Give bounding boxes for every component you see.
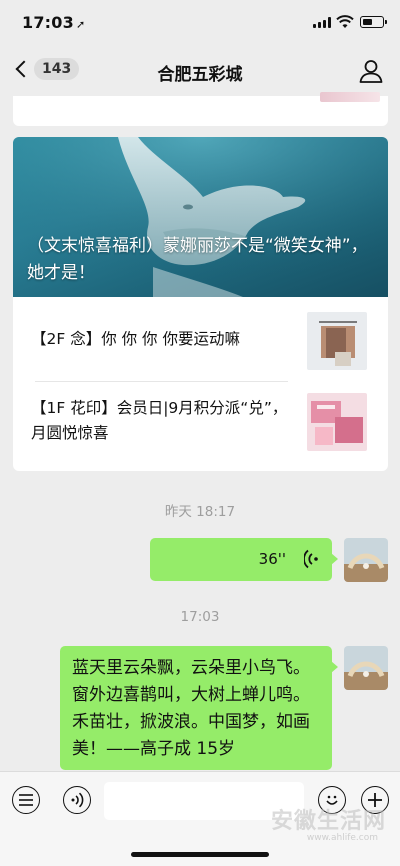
chat-title: 合肥五彩城 xyxy=(157,65,243,85)
text-message-bubble[interactable]: 蓝天里云朵飘，云朵里小鸟飞。窗外边喜鹊叫，大树上蝉儿鸣。禾苗壮，掀波浪。中国梦，… xyxy=(60,646,338,770)
home-indicator xyxy=(131,852,269,857)
timestamp: 17:03 xyxy=(180,609,220,625)
timestamp: 昨天 18:17 xyxy=(164,504,236,520)
sub-item-thumbnail xyxy=(307,393,367,451)
article-headline: （文末惊喜福利）蒙娜丽莎不是“微笑女神”，她才是！ xyxy=(27,236,368,283)
location-arrow-icon: ➚ xyxy=(75,18,86,31)
signal-icon xyxy=(313,17,331,28)
avatar[interactable] xyxy=(344,538,388,582)
voice-duration: 36'' xyxy=(258,550,286,568)
status-time: 17:03 ➚ xyxy=(22,13,86,32)
watermark: 安徽生活网 xyxy=(270,809,386,834)
article-card[interactable]: （文末惊喜福利）蒙娜丽莎不是“微笑女神”，她才是！ 【2F 念】你 你 你 你要… xyxy=(13,137,388,471)
article-sub-item-1[interactable]: 【2F 念】你 你 你 你要运动嘛 xyxy=(13,297,388,377)
status-bar: 17:03 ➚ xyxy=(0,0,400,46)
sub-item-title: 【1F 花印】会员日|9月积分派“兑”，月圆悦惊喜 xyxy=(31,399,288,442)
voice-wave-icon xyxy=(304,549,318,569)
menu-list-icon[interactable] xyxy=(12,786,40,814)
voice-input-icon[interactable] xyxy=(63,786,91,814)
watermark-url: www.ahlife.com xyxy=(306,833,378,843)
previous-article-card[interactable] xyxy=(13,92,388,126)
article-hero-image[interactable]: （文末惊喜福利）蒙娜丽莎不是“微笑女神”，她才是！ xyxy=(13,137,388,297)
battery-icon xyxy=(360,16,387,28)
article-sub-item-2[interactable]: 【1F 花印】会员日|9月积分派“兑”，月圆悦惊喜 xyxy=(13,382,388,462)
voice-message-bubble[interactable]: 36'' xyxy=(150,538,338,581)
wifi-icon xyxy=(336,15,354,28)
sub-item-title: 【2F 念】你 你 你 你要运动嘛 xyxy=(31,330,240,348)
person-icon[interactable] xyxy=(358,58,384,84)
sub-item-thumbnail xyxy=(307,312,367,370)
avatar[interactable] xyxy=(344,646,388,690)
nav-bar: 143 合肥五彩城 xyxy=(0,46,400,96)
article-thumbnail xyxy=(320,92,380,102)
